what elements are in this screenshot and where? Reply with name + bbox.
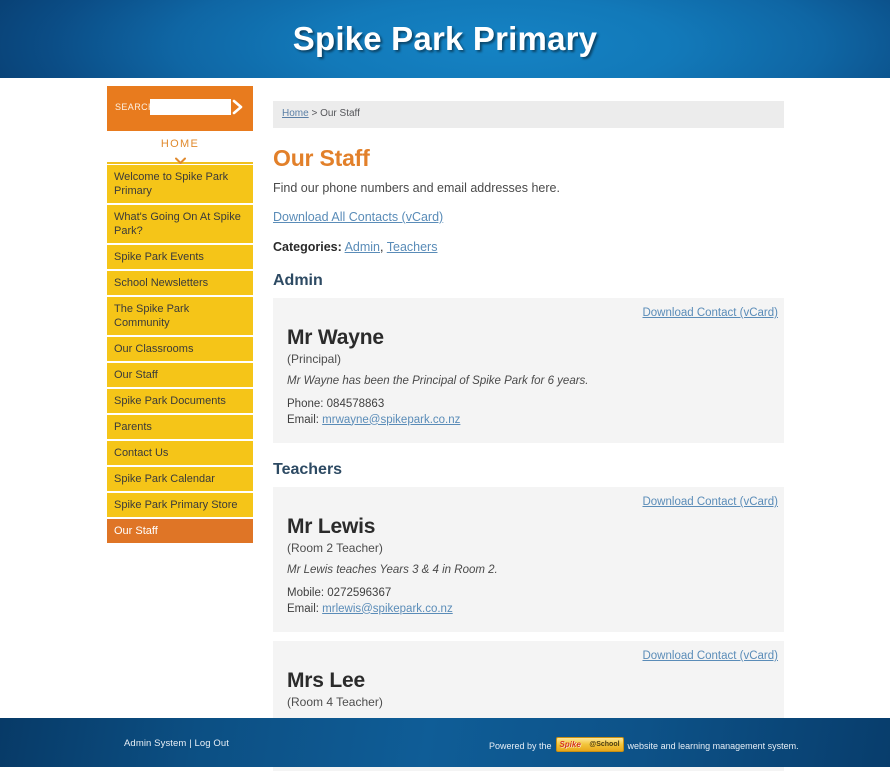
staff-email-link[interactable]: mrlewis@spikepark.co.nz xyxy=(322,603,453,615)
download-contact-vcard-link[interactable]: Download Contact (vCard) xyxy=(642,307,778,319)
powered-by-prefix: Powered by the xyxy=(489,740,552,751)
staff-sections: Admin Download Contact (vCard) Mr Wayne (Pr… xyxy=(273,271,784,771)
sidebar: SEARCH HOME Welcome to Spike Park Primar… xyxy=(107,86,253,545)
home-nav-label[interactable]: HOME xyxy=(107,137,253,151)
sidebar-item[interactable]: Spike Park Calendar xyxy=(107,467,253,493)
section-heading: Admin xyxy=(273,272,323,289)
chevron-down-icon[interactable] xyxy=(174,152,186,164)
staff-role: (Room 2 Teacher) xyxy=(287,541,383,555)
breadcrumb: Home > Our Staff xyxy=(273,101,784,128)
sidebar-item[interactable]: What's Going On At Spike Park? xyxy=(107,205,253,245)
category-link-teachers[interactable]: Teachers xyxy=(387,240,438,254)
categories-line: Categories: Admin, Teachers xyxy=(273,240,784,254)
sidebar-item-label: Parents xyxy=(114,421,152,433)
staff-email-label: Email: xyxy=(287,602,319,615)
staff-bio: Mr Lewis teaches Years 3 & 4 in Room 2. xyxy=(287,564,498,576)
search-panel: SEARCH xyxy=(107,86,253,131)
footer-admin-links: Admin System | Log Out xyxy=(124,738,229,749)
categories-label: Categories: xyxy=(273,240,342,254)
sidebar-item-label: Our Staff xyxy=(114,525,158,537)
search-label: SEARCH xyxy=(115,102,155,112)
staff-phone-label: Phone: xyxy=(287,398,324,410)
categories-comma: , xyxy=(380,240,387,254)
staff-name: Mrs Lee xyxy=(287,669,365,692)
sidebar-item[interactable]: Parents xyxy=(107,415,253,441)
staff-email-label: Email: xyxy=(287,413,319,426)
sidebar-item[interactable]: Our Staff xyxy=(107,363,253,389)
sidebar-item-label: Spike Park Events xyxy=(114,251,204,263)
download-contact-vcard-link[interactable]: Download Contact (vCard) xyxy=(642,650,778,662)
page-title: Our Staff xyxy=(273,145,370,171)
sidebar-menu: Welcome to Spike Park Primary What's Goin… xyxy=(107,165,253,545)
site-header: Spike Park Primary xyxy=(0,0,890,78)
sidebar-item[interactable]: Contact Us xyxy=(107,441,253,467)
spike-at-school-logo[interactable]: Spike @School xyxy=(555,737,624,752)
sidebar-item-label: What's Going On At Spike Park? xyxy=(114,211,241,237)
sidebar-item[interactable]: Welcome to Spike Park Primary xyxy=(107,165,253,205)
search-input[interactable] xyxy=(150,99,231,115)
sidebar-item-label: Our Staff xyxy=(114,369,158,381)
page-intro-text: Find our phone numbers and email address… xyxy=(273,181,560,195)
breadcrumb-current: Our Staff xyxy=(320,108,360,119)
sidebar-item[interactable]: Spike Park Documents xyxy=(107,389,253,415)
main-content: Home > Our Staff Our Staff Find our phon… xyxy=(273,101,784,780)
sidebar-item[interactable]: The Spike Park Community xyxy=(107,297,253,337)
staff-phone-value: 084578863 xyxy=(326,398,385,410)
powered-by-suffix: website and learning management system. xyxy=(627,740,799,751)
sidebar-item[interactable]: Spike Park Events xyxy=(107,245,253,271)
site-title: Spike Park Primary xyxy=(292,20,598,57)
sidebar-item[interactable]: Our Classrooms xyxy=(107,337,253,363)
footer-powered-by: Powered by the Spike @School website and… xyxy=(489,737,799,753)
sidebar-item-label: Welcome to Spike Park Primary xyxy=(114,171,229,197)
sidebar-item-label: The Spike Park Community xyxy=(114,303,190,329)
footer-divider: | xyxy=(189,738,192,749)
sidebar-item-label: Spike Park Primary Store xyxy=(114,499,238,511)
staff-role: (Room 4 Teacher) xyxy=(287,695,383,709)
logout-link[interactable]: Log Out xyxy=(195,738,230,749)
staff-contacts: Phone: 084578863 Email: mrwayne@spikepark… xyxy=(287,397,772,428)
staff-card: Download Contact (vCard) Mr Wayne (Princip… xyxy=(273,298,784,443)
admin-system-link[interactable]: Admin System xyxy=(124,738,186,749)
category-link-admin[interactable]: Admin xyxy=(345,240,380,254)
sidebar-item-label: Contact Us xyxy=(114,447,169,459)
breadcrumb-separator: > xyxy=(308,108,321,119)
sidebar-item[interactable]: School Newsletters xyxy=(107,271,253,297)
sidebar-item-label: Our Classrooms xyxy=(114,343,194,355)
sidebar-item[interactable]: Our Staff xyxy=(107,519,253,545)
logo-text-at-school: @School xyxy=(589,741,620,748)
chevron-right-icon[interactable] xyxy=(230,97,246,117)
sidebar-item-label: School Newsletters xyxy=(114,277,209,289)
staff-contacts: Mobile: 0272596367 Email: mrlewis@spikepa… xyxy=(287,586,772,617)
staff-name: Mr Lewis xyxy=(287,515,376,538)
breadcrumb-home-link[interactable]: Home xyxy=(282,108,309,119)
download-all-contacts-link[interactable]: Download All Contacts (vCard) xyxy=(273,210,443,224)
staff-phone-value: 0272596367 xyxy=(327,587,392,599)
sidebar-item-label: Spike Park Documents xyxy=(114,395,226,407)
sidebar-item[interactable]: Spike Park Primary Store xyxy=(107,493,253,519)
home-nav[interactable]: HOME xyxy=(107,131,253,164)
logo-text-spike: Spike xyxy=(559,740,581,749)
sidebar-item-label: Spike Park Calendar xyxy=(114,473,215,485)
section-heading: Teachers xyxy=(273,461,343,478)
staff-card: Download Contact (vCard) Mr Lewis (Room 2 … xyxy=(273,487,784,632)
staff-phone-label: Mobile: xyxy=(287,587,325,599)
staff-role: (Principal) xyxy=(287,352,342,366)
download-contact-vcard-link[interactable]: Download Contact (vCard) xyxy=(642,496,778,508)
site-footer: Admin System | Log Out Powered by the Sp… xyxy=(0,718,890,767)
staff-name: Mr Wayne xyxy=(287,326,384,349)
staff-bio: Mr Wayne has been the Principal of Spike… xyxy=(287,375,589,387)
staff-email-link[interactable]: mrwayne@spikepark.co.nz xyxy=(322,414,460,426)
